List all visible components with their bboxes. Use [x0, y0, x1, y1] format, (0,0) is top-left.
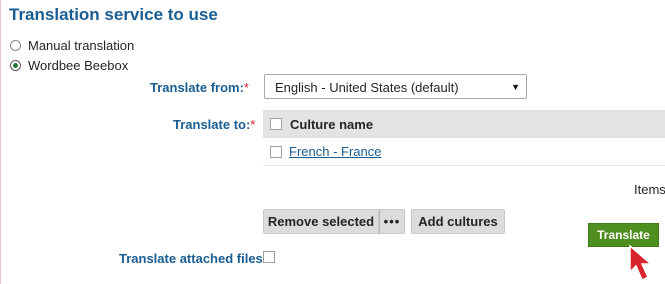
- dropdown-arrow-icon: ▼: [511, 82, 520, 92]
- translate-from-select[interactable]: English - United States (default) ▼: [264, 74, 527, 99]
- translate-to-label: Translate to:*: [173, 117, 256, 132]
- left-edge-border: [0, 0, 1, 284]
- radio-wordbee-beebox[interactable]: Wordbee Beebox: [10, 58, 128, 73]
- column-header-culture-name: Culture name: [290, 116, 374, 132]
- row-checkbox[interactable]: [270, 145, 282, 158]
- more-actions-button[interactable]: •••: [379, 209, 405, 234]
- remove-selected-button[interactable]: Remove selected: [263, 209, 379, 234]
- radio-manual-translation[interactable]: Manual translation: [10, 38, 134, 53]
- add-cultures-button[interactable]: Add cultures: [411, 209, 505, 234]
- culture-link-french-france[interactable]: French - France: [289, 144, 381, 159]
- required-mark: *: [250, 117, 256, 132]
- translate-from-label: Translate from:*: [150, 80, 249, 95]
- select-value: English - United States (default): [275, 80, 459, 95]
- radio-label: Manual translation: [28, 38, 135, 53]
- radio-label: Wordbee Beebox: [28, 58, 129, 73]
- radio-button[interactable]: [10, 40, 21, 51]
- required-mark: *: [243, 80, 249, 95]
- mouse-cursor-icon: [629, 244, 654, 282]
- table-row: French - France: [263, 138, 665, 166]
- translate-attached-files-label: Translate attached files:: [119, 251, 268, 266]
- cultures-table-header: Culture name: [263, 110, 665, 138]
- pager-items-per-page: Items p: [634, 182, 665, 197]
- radio-button-checked[interactable]: [10, 60, 21, 71]
- translate-attached-files-checkbox[interactable]: [263, 251, 275, 263]
- select-all-checkbox[interactable]: [270, 118, 282, 130]
- section-title: Translation service to use: [9, 5, 218, 24]
